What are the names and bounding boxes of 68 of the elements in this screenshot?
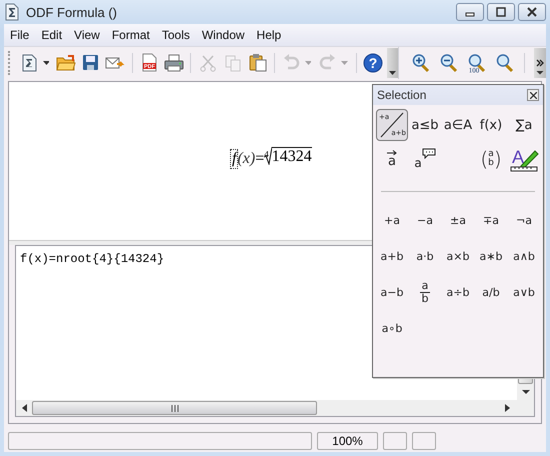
symbol-button[interactable]: +a bbox=[376, 206, 408, 234]
category-button[interactable]: a≤b bbox=[409, 109, 441, 141]
copy-icon bbox=[224, 54, 242, 72]
maximize-button[interactable] bbox=[487, 3, 515, 21]
formula-function: f bbox=[231, 150, 238, 168]
symbol-button[interactable]: ¬a bbox=[508, 206, 540, 234]
horizontal-scrollbar[interactable] bbox=[16, 400, 534, 416]
symbol-button[interactable]: a∘b bbox=[376, 314, 408, 342]
symbol-button[interactable]: a/b bbox=[475, 278, 507, 306]
formula-equals: = bbox=[255, 150, 264, 168]
menu-item[interactable]: Tools bbox=[162, 28, 190, 42]
scroll-down-icon[interactable] bbox=[522, 390, 530, 396]
scroll-right-icon[interactable] bbox=[505, 404, 510, 412]
status-field bbox=[383, 432, 407, 450]
toolbar-options-button[interactable] bbox=[386, 48, 398, 78]
category-button[interactable]: a bbox=[376, 143, 408, 175]
symbol-button[interactable]: ∓a bbox=[475, 206, 507, 234]
speech-bubble-icon bbox=[422, 148, 436, 159]
menu-item[interactable]: Window bbox=[202, 28, 245, 42]
dropdown-arrow-icon bbox=[388, 70, 396, 75]
folder-icon bbox=[56, 54, 76, 72]
vector-arrow-icon bbox=[386, 150, 398, 155]
formula-document-icon bbox=[4, 3, 20, 21]
zoom-level: 100% bbox=[317, 432, 378, 450]
formula-document-icon bbox=[20, 52, 38, 73]
menu-item[interactable]: Help bbox=[256, 28, 282, 42]
category-button[interactable]: a bbox=[409, 143, 441, 175]
redo-arrow-icon bbox=[318, 54, 337, 72]
magnifier-icon bbox=[495, 52, 515, 73]
close-button[interactable] bbox=[518, 3, 546, 21]
symbol-button[interactable]: a b bbox=[409, 278, 441, 306]
toolbar-options-button[interactable] bbox=[534, 48, 546, 78]
symbol-button[interactable]: a÷b bbox=[442, 278, 474, 306]
zoom-out-icon bbox=[439, 52, 459, 73]
dropdown-arrow-icon[interactable] bbox=[42, 60, 50, 65]
status-field bbox=[412, 432, 436, 450]
zoom-in-icon bbox=[411, 52, 431, 73]
category-button[interactable]: f(x) bbox=[475, 109, 507, 141]
formula-argument: (x) bbox=[237, 150, 256, 168]
chevron-icon bbox=[536, 58, 544, 75]
symbol-button[interactable]: ±a bbox=[442, 206, 474, 234]
menu-item[interactable]: Edit bbox=[41, 28, 62, 42]
menu-item[interactable]: File bbox=[10, 28, 30, 42]
root-index: 4 bbox=[264, 148, 269, 159]
scrollbar-thumb[interactable] bbox=[32, 401, 317, 416]
close-icon bbox=[526, 7, 538, 17]
close-icon bbox=[530, 92, 536, 98]
category-button[interactable]: a∈A bbox=[442, 109, 474, 141]
radicand: 14324 bbox=[272, 146, 312, 165]
scroll-left-icon[interactable] bbox=[22, 404, 27, 412]
panel-title: Selection bbox=[377, 88, 426, 102]
close-button[interactable] bbox=[527, 89, 539, 101]
envelope-icon bbox=[105, 54, 126, 71]
grip-icon bbox=[170, 404, 178, 412]
printer-icon bbox=[164, 54, 184, 72]
clipboard-icon bbox=[248, 53, 266, 72]
minimize-button[interactable] bbox=[456, 3, 484, 21]
symbol-button[interactable]: −a bbox=[409, 206, 441, 234]
maximize-icon bbox=[495, 7, 507, 17]
menu-item[interactable]: Format bbox=[112, 28, 150, 42]
radical-sign-icon bbox=[264, 146, 272, 165]
slash-icon bbox=[379, 112, 405, 138]
window-title: ODF Formula () bbox=[26, 4, 117, 20]
undo-arrow-icon bbox=[282, 54, 300, 72]
category-button[interactable]: ∑a bbox=[508, 109, 540, 141]
scissors-icon bbox=[198, 54, 217, 72]
menu-item[interactable]: View bbox=[74, 28, 100, 42]
symbol-button[interactable]: a−b bbox=[376, 278, 408, 306]
